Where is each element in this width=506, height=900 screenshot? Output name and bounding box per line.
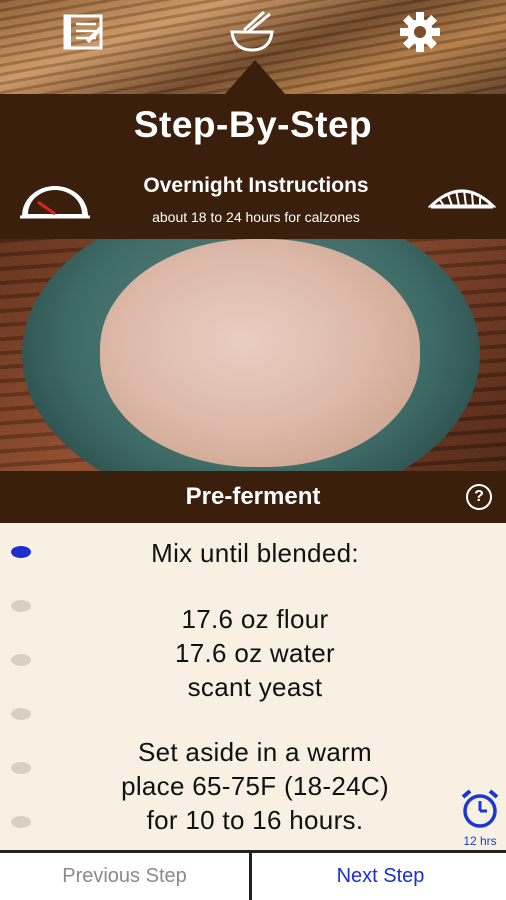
instruction-line: 17.6 oz water [175,638,335,668]
instructions-subtitle: Overnight Instructions [143,174,369,197]
instruction-line: 17.6 oz flour [181,604,329,634]
instruction-line: Mix until blended: [151,538,359,568]
preferment-batter [100,239,420,467]
next-step-button[interactable]: Next Step [255,853,506,900]
duration-note: about 18 to 24 hours for calzones [152,209,360,225]
step-dot-6[interactable] [11,816,31,828]
mixing-bowl-icon[interactable] [226,8,278,56]
alarm-clock-icon [461,789,499,828]
step-dot-5[interactable] [11,762,31,774]
step-dot-2[interactable] [11,600,31,612]
instruction-line: scant yeast [187,672,323,702]
instruction-line: for 10 to 16 hours. [146,805,364,835]
previous-step-button[interactable]: Previous Step [0,853,252,900]
calzone-icon[interactable] [428,180,496,214]
instruction-line: Set aside in a warm [137,737,373,767]
section-title: Pre-ferment [185,483,321,510]
instruction-line: place 65-75F (18-24C) [121,771,389,801]
timer-label: 12 hrs [463,834,497,848]
step-dot-3[interactable] [11,654,31,666]
step-navigation: Previous Step Next Step [0,850,506,900]
help-icon[interactable]: ? [466,484,492,510]
step-photo [0,239,506,471]
timer-button[interactable]: 12 hrs [456,787,504,848]
step-dot-4[interactable] [11,708,31,720]
gear-icon[interactable] [394,8,446,56]
step-dot-1[interactable] [11,546,31,558]
page-title: Step-By-Step [133,104,373,145]
speedometer-icon[interactable] [18,180,92,220]
notes-clipboard-icon[interactable] [58,8,110,56]
active-tab-indicator [225,60,285,94]
